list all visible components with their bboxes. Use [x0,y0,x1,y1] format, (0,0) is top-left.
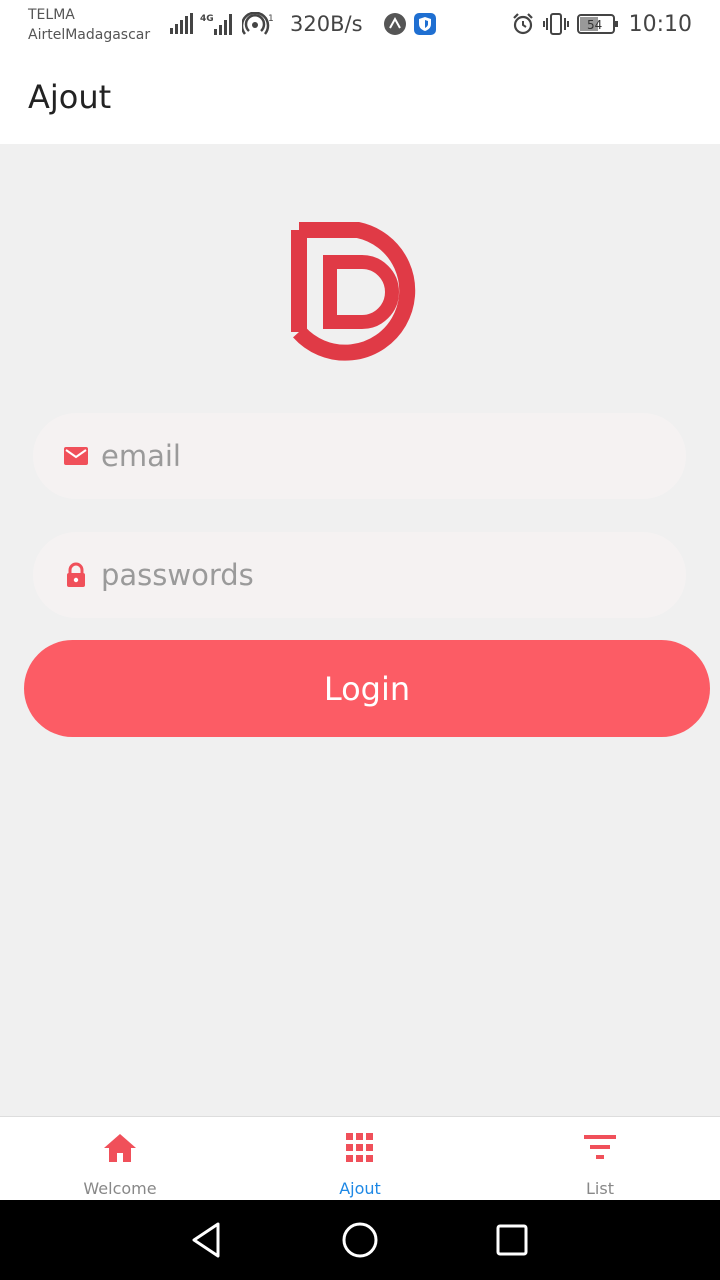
battery-level: 54 [587,18,602,32]
mail-icon [64,447,88,465]
grid-icon [346,1133,373,1162]
page-title: Ajout [28,78,112,116]
login-screen: Login [0,144,720,1116]
carrier-2: AirtelMadagascar [28,27,151,43]
carrier-1: TELMA [28,7,75,23]
filter-icon [584,1135,616,1159]
brand-logo [291,222,416,361]
app-a-icon [383,13,406,35]
tab-label: Welcome [83,1179,157,1198]
email-input[interactable] [101,431,661,481]
app-bar: Ajout [0,52,720,144]
status-right-icons: 54 10:10 [511,10,692,38]
shield-icon [413,13,436,35]
back-icon[interactable] [186,1220,226,1260]
system-nav-bar [0,1200,720,1280]
signal-icon [170,13,193,34]
net-speed: 320B/s [290,12,363,36]
battery-icon: 54 [576,14,618,34]
carrier-names: TELMA AirtelMadagascar [28,5,150,45]
tab-welcome[interactable]: Welcome [0,1117,240,1201]
lock-icon [67,562,85,587]
vibrate-icon [542,13,569,35]
tab-label: Ajout [339,1179,381,1198]
tab-list[interactable]: List [480,1117,720,1201]
clock: 10:10 [628,11,692,37]
svg-text:4G: 4G [200,14,214,24]
password-field[interactable] [33,532,686,618]
password-input[interactable] [101,550,661,600]
home-circle-icon[interactable] [340,1220,380,1260]
hotspot-icon: 1 [242,12,274,35]
alarm-icon [512,13,533,35]
svg-text:1: 1 [268,14,274,24]
signal-4g-icon: 4G [200,14,232,35]
status-bar: TELMA AirtelMadagascar 4G 1 320B/s 54 10… [0,0,720,52]
login-button[interactable]: Login [24,640,710,737]
home-icon [104,1134,136,1162]
bottom-nav: Welcome Ajout List [0,1116,720,1200]
tab-label: List [586,1179,614,1198]
tab-ajout[interactable]: Ajout [240,1117,480,1201]
status-left-icons: 4G 1 320B/s [170,10,437,38]
recents-icon[interactable] [492,1220,532,1260]
email-field[interactable] [33,413,686,499]
